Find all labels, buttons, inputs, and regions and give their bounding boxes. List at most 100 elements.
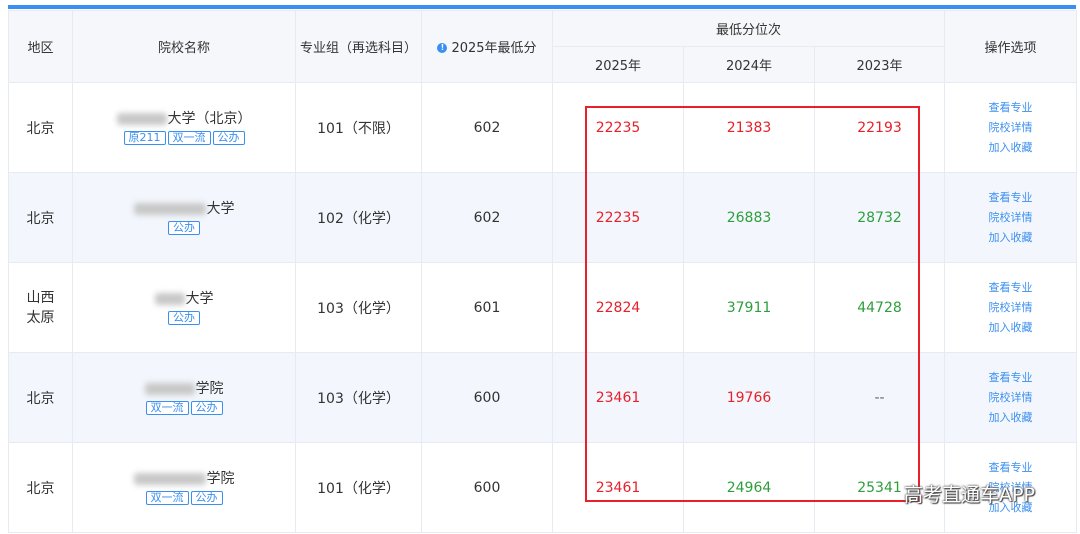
school-cell: 大学（北京） 原211 双一流 公办 bbox=[72, 82, 296, 173]
add-favorite-link[interactable]: 加入收藏 bbox=[945, 408, 1076, 428]
view-major-link[interactable]: 查看专业 bbox=[945, 368, 1076, 388]
header-min-score: ! 2025年最低分 bbox=[421, 10, 553, 83]
tag-badge: 公办 bbox=[190, 401, 223, 415]
table-row: 北京 大学 公办 102（化学） 602 22235 26883 28732 查… bbox=[8, 172, 1078, 263]
tag-badge: 公办 bbox=[212, 131, 245, 145]
table-row: 北京 学院 双一流 公办 103（化学） 600 23461 19766 -- 查… bbox=[8, 352, 1078, 443]
school-detail-link[interactable]: 院校详情 bbox=[945, 118, 1076, 138]
tag-badge: 公办 bbox=[168, 221, 200, 235]
actions-cell: 查看专业 院校详情 加入收藏 bbox=[944, 262, 1078, 353]
redacted-text bbox=[133, 473, 206, 485]
rank-2025-cell: 22824 bbox=[552, 262, 684, 353]
view-major-link[interactable]: 查看专业 bbox=[945, 188, 1076, 208]
tag-list: 双一流 公办 bbox=[73, 400, 295, 415]
school-name[interactable]: 学院 bbox=[73, 380, 295, 398]
school-name-text: 大学 bbox=[206, 201, 235, 217]
tag-badge: 原211 bbox=[123, 131, 166, 145]
school-name-text: 学院 bbox=[206, 471, 235, 487]
school-name-text: 大学（北京） bbox=[167, 111, 252, 127]
redacted-text bbox=[133, 203, 206, 215]
view-major-link[interactable]: 查看专业 bbox=[945, 98, 1076, 118]
school-name[interactable]: 大学（北京） bbox=[73, 110, 295, 128]
tag-list: 公办 bbox=[73, 220, 295, 235]
table-row: 山西太原 大学 公办 103（化学） 601 22824 37911 44728… bbox=[8, 262, 1078, 353]
tag-badge: 公办 bbox=[190, 491, 223, 505]
region-line: 太原 bbox=[26, 309, 55, 326]
tag-list: 原211 双一流 公办 bbox=[73, 130, 295, 145]
region-cell: 北京 bbox=[8, 352, 73, 443]
school-cell: 大学 公办 bbox=[72, 262, 296, 353]
school-detail-link[interactable]: 院校详情 bbox=[945, 388, 1076, 408]
header-region: 地区 bbox=[8, 10, 73, 83]
top-accent-bar bbox=[8, 5, 1076, 9]
add-favorite-link[interactable]: 加入收藏 bbox=[945, 228, 1076, 248]
school-name-text: 学院 bbox=[195, 381, 224, 397]
school-name[interactable]: 大学 bbox=[73, 290, 295, 308]
header-min-score-label: 2025年最低分 bbox=[451, 41, 537, 56]
header-year-2025: 2025年 bbox=[552, 46, 684, 83]
actions-cell: 查看专业 院校详情 加入收藏 bbox=[944, 172, 1078, 263]
header-school-name: 院校名称 bbox=[72, 10, 296, 83]
school-cell: 学院 双一流 公办 bbox=[72, 442, 296, 533]
region-cell: 山西 太原 bbox=[8, 262, 73, 353]
rank-2025-cell: 23461 bbox=[552, 442, 684, 533]
min-score-cell: 602 bbox=[421, 172, 553, 263]
tag-badge: 双一流 bbox=[145, 491, 189, 505]
school-cell: 学院 双一流 公办 bbox=[72, 352, 296, 443]
major-group-cell: 103（化学） bbox=[295, 262, 422, 353]
school-detail-link[interactable]: 院校详情 bbox=[945, 298, 1076, 318]
header-actions: 操作选项 bbox=[944, 10, 1078, 83]
header-year-2023: 2023年 bbox=[813, 46, 946, 83]
major-group-cell: 103（化学） bbox=[295, 352, 422, 443]
rank-2024-cell: 19766 bbox=[683, 352, 815, 443]
major-group-cell: 101（化学） bbox=[295, 442, 422, 533]
view-major-link[interactable]: 查看专业 bbox=[945, 458, 1076, 478]
region-line: 山西 bbox=[26, 289, 55, 306]
header-min-rank-group: 最低分位次 bbox=[551, 10, 946, 47]
rank-2024-cell: 37911 bbox=[683, 262, 815, 353]
major-group-cell: 101（不限） bbox=[295, 82, 422, 173]
min-score-cell: 600 bbox=[421, 352, 553, 443]
header-year-2024: 2024年 bbox=[683, 46, 815, 83]
redacted-text bbox=[154, 293, 185, 305]
rank-2025-cell: 23461 bbox=[552, 352, 684, 443]
tag-badge: 双一流 bbox=[167, 131, 211, 145]
rank-2025-cell: 22235 bbox=[552, 82, 684, 173]
tag-badge: 双一流 bbox=[145, 401, 189, 415]
rank-2023-cell: -- bbox=[813, 352, 946, 443]
view-major-link[interactable]: 查看专业 bbox=[945, 278, 1076, 298]
rank-2023-cell: 44728 bbox=[813, 262, 946, 353]
watermark: 高考直通车APP bbox=[904, 484, 1035, 506]
rank-2023-cell: 28732 bbox=[813, 172, 946, 263]
region-cell: 北京 bbox=[8, 82, 73, 173]
rank-2024-cell: 26883 bbox=[683, 172, 815, 263]
major-group-cell: 102（化学） bbox=[295, 172, 422, 263]
add-favorite-link[interactable]: 加入收藏 bbox=[945, 138, 1076, 158]
min-score-cell: 600 bbox=[421, 442, 553, 533]
min-score-cell: 601 bbox=[421, 262, 553, 353]
tag-list: 公办 bbox=[73, 310, 295, 325]
region-cell: 北京 bbox=[8, 172, 73, 263]
table-row: 北京 大学（北京） 原211 双一流 公办 101（不限） 602 22235 21… bbox=[8, 82, 1078, 173]
school-cell: 大学 公办 bbox=[72, 172, 296, 263]
rank-2024-cell: 24964 bbox=[683, 442, 815, 533]
add-favorite-link[interactable]: 加入收藏 bbox=[945, 318, 1076, 338]
redacted-text bbox=[144, 383, 195, 395]
tag-badge: 公办 bbox=[168, 311, 200, 325]
school-name[interactable]: 大学 bbox=[73, 200, 295, 218]
school-detail-link[interactable]: 院校详情 bbox=[945, 208, 1076, 228]
rank-2023-cell: 22193 bbox=[813, 82, 946, 173]
tag-list: 双一流 公办 bbox=[73, 490, 295, 505]
actions-cell: 查看专业 院校详情 加入收藏 bbox=[944, 352, 1078, 443]
redacted-text bbox=[116, 113, 167, 125]
actions-cell: 查看专业 院校详情 加入收藏 bbox=[944, 82, 1078, 173]
header-major-group: 专业组（再选科目） bbox=[295, 10, 422, 83]
admission-table: 地区 院校名称 专业组（再选科目） ! 2025年最低分 最低分位次 操作选项 2… bbox=[8, 10, 1078, 533]
school-name[interactable]: 学院 bbox=[73, 470, 295, 488]
school-name-text: 大学 bbox=[185, 291, 214, 307]
info-icon[interactable]: ! bbox=[437, 43, 448, 53]
region-cell: 北京 bbox=[8, 442, 73, 533]
min-score-cell: 602 bbox=[421, 82, 553, 173]
rank-2024-cell: 21383 bbox=[683, 82, 815, 173]
rank-2025-cell: 22235 bbox=[552, 172, 684, 263]
